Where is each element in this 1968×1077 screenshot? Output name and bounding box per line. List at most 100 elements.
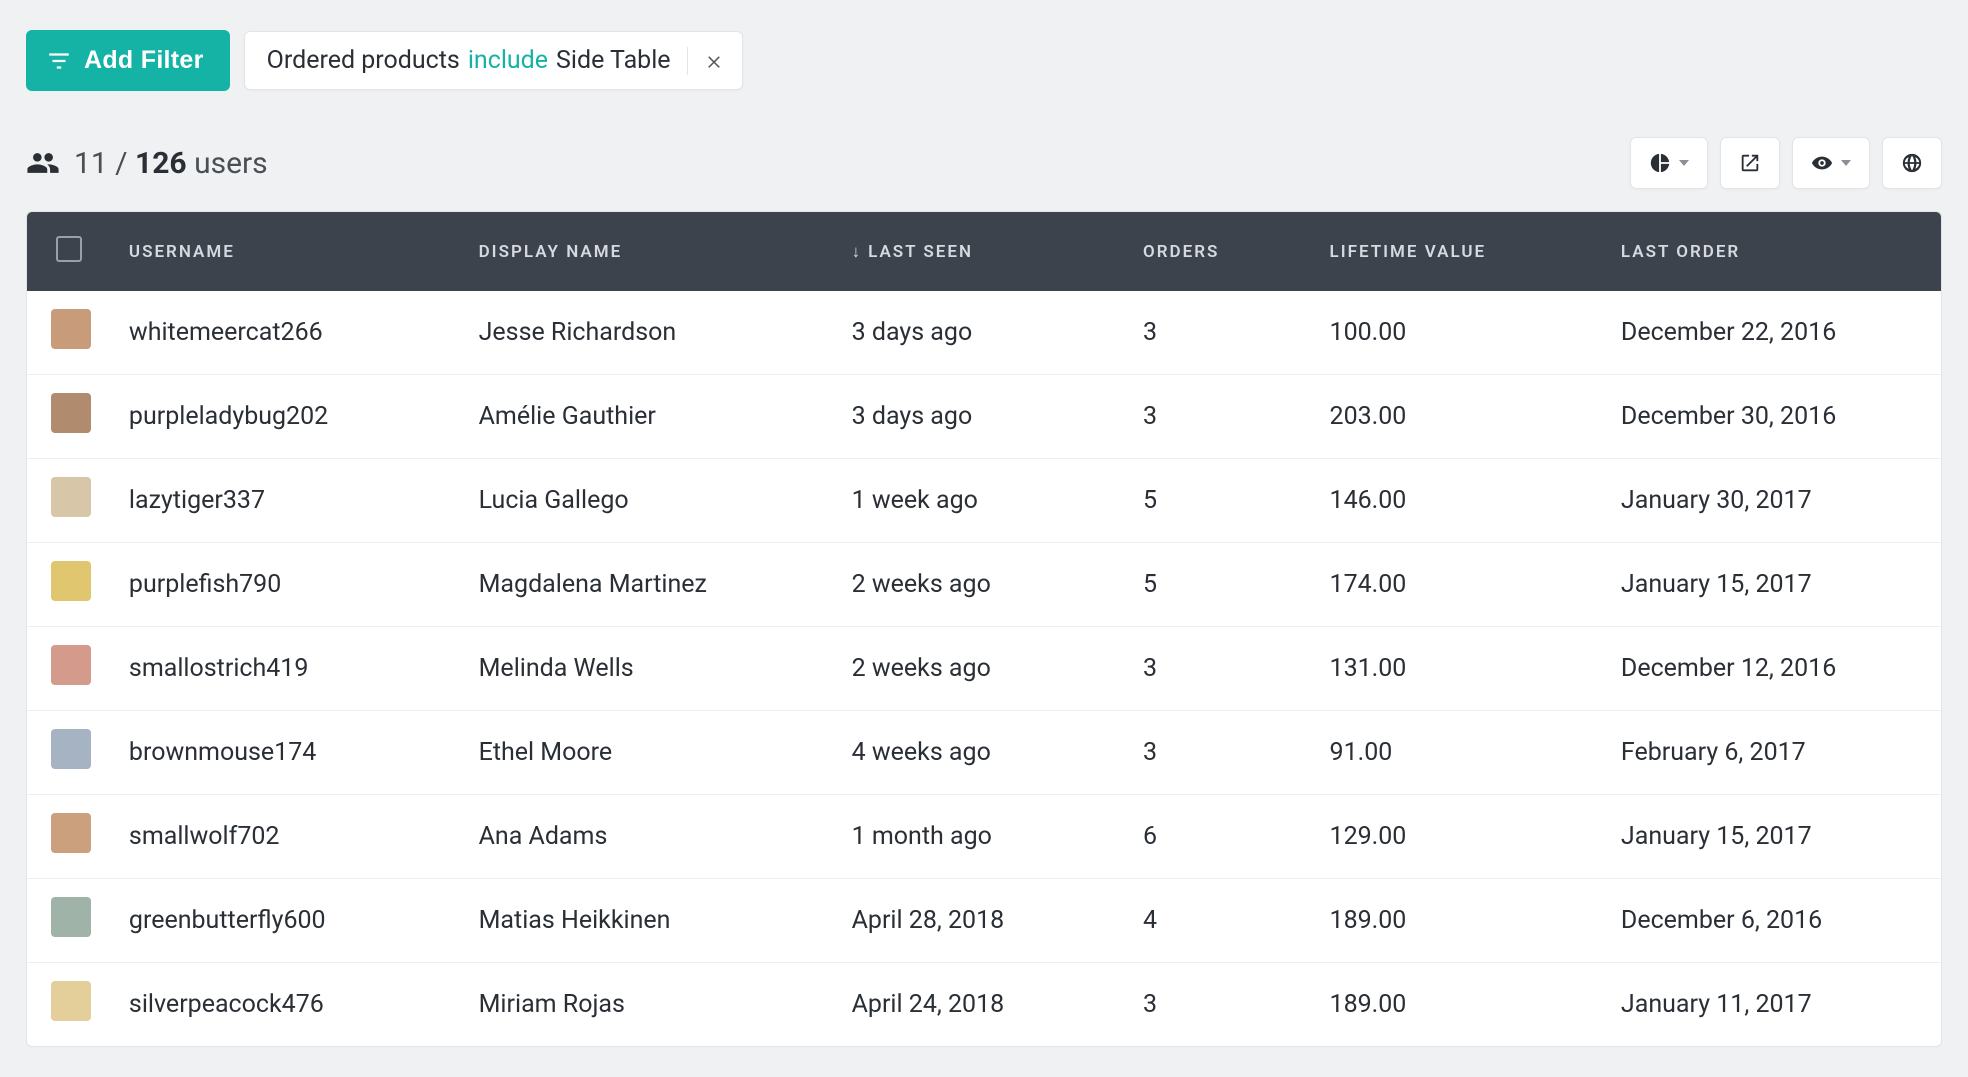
cell-last-order: December 30, 2016 [1603,375,1941,459]
cell-username: lazytiger337 [111,459,461,543]
cell-display-name: Ethel Moore [461,711,834,795]
table-row[interactable]: whitemeercat266Jesse Richardson3 days ag… [27,291,1941,375]
col-last-seen[interactable]: ↓LAST SEEN [834,212,1125,291]
table-row[interactable]: smallwolf702Ana Adams1 month ago6129.00J… [27,795,1941,879]
cell-display-name: Lucia Gallego [461,459,834,543]
cell-display-name: Ana Adams [461,795,834,879]
cell-display-name: Amélie Gauthier [461,375,834,459]
cell-orders: 3 [1125,963,1312,1047]
cell-display-name: Miriam Rojas [461,963,834,1047]
filter-chip[interactable]: Ordered products include Side Table [244,31,743,90]
add-filter-button[interactable]: Add Filter [26,30,230,91]
table-row[interactable]: smallostrich419Melinda Wells2 weeks ago3… [27,627,1941,711]
globe-button[interactable] [1882,137,1942,189]
filter-chip-operator: include [468,46,548,75]
cell-last-seen: 4 weeks ago [834,711,1125,795]
cell-lifetime-value: 146.00 [1312,459,1603,543]
cell-display-name: Jesse Richardson [461,291,834,375]
avatar [51,897,91,937]
cell-last-order: December 6, 2016 [1603,879,1941,963]
chevron-down-icon [1841,160,1851,166]
cell-last-order: February 6, 2017 [1603,711,1941,795]
cell-display-name: Matias Heikkinen [461,879,834,963]
table-row[interactable]: lazytiger337Lucia Gallego1 week ago5146.… [27,459,1941,543]
avatar [51,645,91,685]
chevron-down-icon [1679,160,1689,166]
chart-dropdown-button[interactable] [1630,137,1708,189]
cell-last-seen: April 24, 2018 [834,963,1125,1047]
cell-last-order: January 15, 2017 [1603,543,1941,627]
cell-username: smallwolf702 [111,795,461,879]
col-username[interactable]: USERNAME [111,212,461,291]
entity-label: users [187,146,268,181]
cell-last-seen: 1 week ago [834,459,1125,543]
remove-filter-button[interactable] [702,49,726,73]
cell-lifetime-value: 131.00 [1312,627,1603,711]
add-filter-label: Add Filter [84,46,204,75]
cell-username: brownmouse174 [111,711,461,795]
sort-desc-icon: ↓ [852,242,863,262]
cell-lifetime-value: 91.00 [1312,711,1603,795]
close-icon [705,52,723,70]
cell-display-name: Magdalena Martinez [461,543,834,627]
col-orders[interactable]: ORDERS [1125,212,1312,291]
filter-chip-value: Side Table [556,46,671,75]
cell-orders: 3 [1125,711,1312,795]
cell-username: purpleladybug202 [111,375,461,459]
divider [687,47,688,75]
pie-chart-icon [1649,152,1671,174]
cell-orders: 5 [1125,543,1312,627]
table-row[interactable]: silverpeacock476Miriam RojasApril 24, 20… [27,963,1941,1047]
visibility-dropdown-button[interactable] [1792,137,1870,189]
eye-icon [1811,152,1833,174]
cell-last-order: January 30, 2017 [1603,459,1941,543]
header-row: 11 / 126 users [26,137,1942,189]
users-table: USERNAME DISPLAY NAME ↓LAST SEEN ORDERS … [26,211,1942,1047]
cell-orders: 3 [1125,627,1312,711]
globe-icon [1901,152,1923,174]
table-row[interactable]: brownmouse174Ethel Moore4 weeks ago391.0… [27,711,1941,795]
col-display-name[interactable]: DISPLAY NAME [461,212,834,291]
cell-orders: 6 [1125,795,1312,879]
avatar [51,813,91,853]
cell-last-order: January 15, 2017 [1603,795,1941,879]
table-row[interactable]: purpleladybug202Amélie Gauthier3 days ag… [27,375,1941,459]
cell-last-seen: 3 days ago [834,291,1125,375]
table-row[interactable]: purplefish790Magdalena Martinez2 weeks a… [27,543,1941,627]
select-all-checkbox[interactable] [56,236,82,262]
table-row[interactable]: greenbutterfly600Matias HeikkinenApril 2… [27,879,1941,963]
cell-last-order: December 12, 2016 [1603,627,1941,711]
filter-chip-field: Ordered products [267,46,460,75]
cell-username: silverpeacock476 [111,963,461,1047]
users-icon [26,146,60,180]
avatar [51,477,91,517]
cell-username: whitemeercat266 [111,291,461,375]
cell-username: greenbutterfly600 [111,879,461,963]
cell-orders: 3 [1125,375,1312,459]
cell-lifetime-value: 100.00 [1312,291,1603,375]
filter-icon [46,48,72,74]
filtered-count: 11 [74,146,108,181]
export-icon [1739,152,1761,174]
cell-last-seen: 3 days ago [834,375,1125,459]
cell-orders: 5 [1125,459,1312,543]
cell-lifetime-value: 189.00 [1312,879,1603,963]
col-last-order[interactable]: LAST ORDER [1603,212,1941,291]
cell-last-order: January 11, 2017 [1603,963,1941,1047]
cell-last-seen: 2 weeks ago [834,627,1125,711]
cell-display-name: Melinda Wells [461,627,834,711]
cell-last-order: December 22, 2016 [1603,291,1941,375]
cell-lifetime-value: 129.00 [1312,795,1603,879]
cell-lifetime-value: 203.00 [1312,375,1603,459]
cell-last-seen: 2 weeks ago [834,543,1125,627]
action-bar [1630,137,1942,189]
cell-lifetime-value: 189.00 [1312,963,1603,1047]
cell-last-seen: April 28, 2018 [834,879,1125,963]
avatar [51,981,91,1021]
export-button[interactable] [1720,137,1780,189]
col-lifetime-value[interactable]: LIFETIME VALUE [1312,212,1603,291]
avatar [51,309,91,349]
avatar [51,561,91,601]
count-sep: / [108,146,135,181]
cell-orders: 4 [1125,879,1312,963]
